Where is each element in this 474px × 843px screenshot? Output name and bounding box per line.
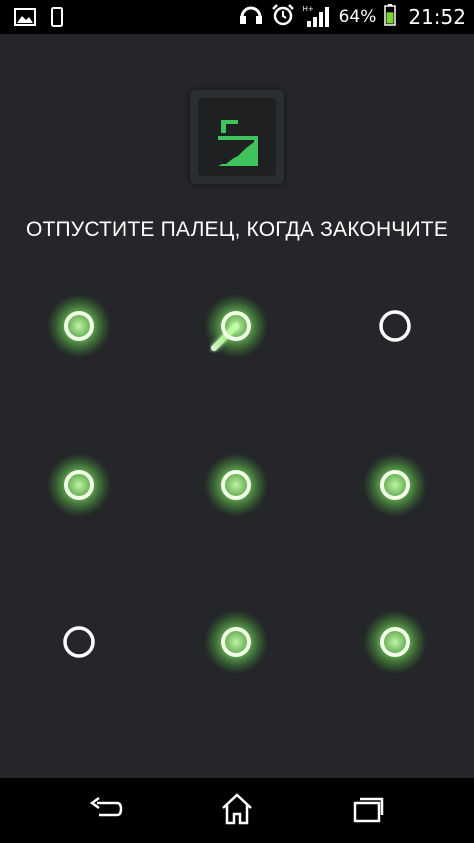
pattern-node-unselected[interactable]	[63, 626, 95, 658]
navigation-bar	[0, 778, 474, 843]
pattern-node-selected[interactable]	[363, 610, 427, 674]
pattern-nodes	[47, 294, 427, 674]
pattern-node-selected[interactable]	[204, 294, 268, 358]
pattern-node-selected[interactable]	[204, 610, 268, 674]
home-button[interactable]	[207, 790, 267, 832]
pattern-node-selected[interactable]	[363, 453, 427, 517]
recent-apps-icon	[351, 795, 385, 827]
pattern-lock-grid[interactable]	[0, 0, 474, 843]
pattern-node-selected[interactable]	[47, 294, 111, 358]
pattern-node-selected[interactable]	[47, 453, 111, 517]
pattern-node-unselected[interactable]	[379, 310, 411, 342]
recent-apps-button[interactable]	[338, 790, 398, 832]
home-icon	[220, 793, 254, 829]
pattern-node-selected[interactable]	[204, 453, 268, 517]
back-button[interactable]	[76, 790, 136, 832]
lock-pattern-screen: H+ 64% 21:52 ОТПУСТИТЕ ПАЛЕЦ, КОГДА ЗАКО…	[0, 0, 474, 843]
back-icon	[89, 796, 123, 825]
